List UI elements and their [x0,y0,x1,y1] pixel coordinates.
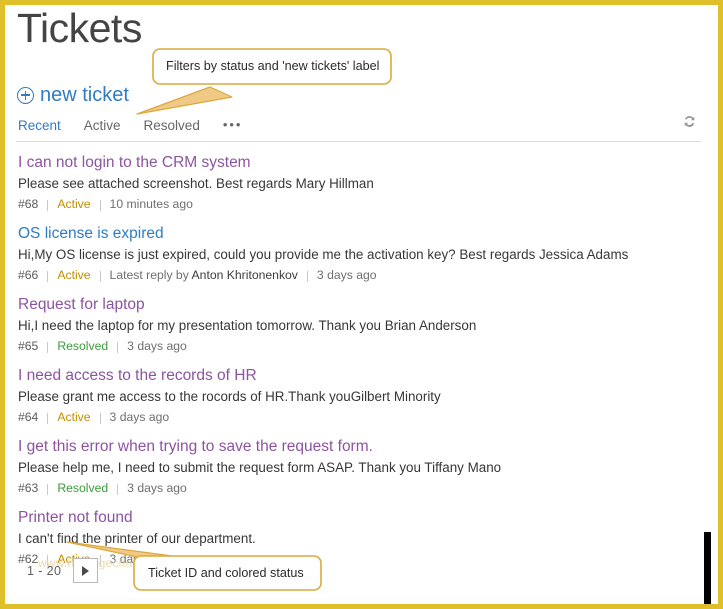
tickets-page: Tickets new ticket Recent Active Resolve… [5,5,718,604]
pagination: 1 - 20 [27,558,99,583]
refresh-icon[interactable] [682,114,697,129]
ticket-title[interactable]: I need access to the records of HR [18,365,698,386]
plus-circle-icon [17,86,34,104]
ticket-title[interactable]: Request for laptop [18,294,698,315]
ticket-timestamp: 3 days ago [127,339,187,353]
tab-resolved[interactable]: Resolved [144,118,200,133]
page-range-label: 1 - 20 [27,563,62,578]
ticket-meta: #64 Active 3 days ago [18,408,698,426]
ticket-row[interactable]: OS license is expired Hi,My OS license i… [18,223,698,284]
meta-separator [47,412,49,424]
annotation-label-filters: Filters by status and 'new tickets' labe… [166,59,380,73]
ticket-excerpt: Please help me, I need to submit the req… [18,460,502,475]
ticket-meta: #68 Active 10 minutes ago [18,195,698,213]
ticket-id: #68 [18,197,39,211]
tabs-divider [16,141,701,142]
meta-separator [99,199,101,211]
annotation-callout-filters [136,48,392,115]
callout-bubble-1 [152,48,392,85]
tab-more-options[interactable]: ••• [223,117,243,132]
meta-separator [99,270,101,282]
meta-separator [117,341,119,353]
ticket-meta: #65 Resolved 3 days ago [18,337,698,355]
status-badge: Resolved [57,339,109,353]
ticket-title[interactable]: I can not login to the CRM system [18,152,698,173]
ticket-meta: #62 Active 3 days ago [18,550,698,568]
ticket-excerpt: I can't find the printer of our departme… [18,531,256,546]
ticket-timestamp: 3 days ago [109,552,170,566]
new-ticket-label: new ticket [40,84,129,106]
ticket-list: I can not login to the CRM system Please… [18,152,698,578]
meta-separator [47,199,49,211]
ticket-timestamp: 3 days ago [316,268,377,282]
screenshot-frame: Tickets new ticket Recent Active Resolve… [0,0,723,609]
next-page-button[interactable] [73,558,99,583]
ticket-timestamp: 10 minutes ago [109,197,193,211]
status-badge: Active [57,268,91,282]
ticket-meta: #63 Resolved 3 days ago [18,479,698,497]
ticket-timestamp: 3 days ago [109,410,170,424]
next-page-arrow-icon [82,565,90,576]
meta-separator [47,483,49,495]
ticket-id: #65 [18,339,39,353]
status-badge: Active [57,197,91,211]
ticket-row[interactable]: Request for laptop Hi,I need the laptop … [18,294,698,355]
latest-reply-author: Anton Khritonenkov [191,268,298,282]
status-badge: Resolved [57,481,109,495]
meta-separator [99,554,101,566]
ticket-excerpt: Hi,I need the laptop for my presentation… [18,318,477,333]
ticket-row[interactable]: I need access to the records of HR Pleas… [18,365,698,426]
meta-separator [117,483,119,495]
meta-separator [47,341,49,353]
tab-active[interactable]: Active [84,118,121,133]
filter-tabs: Recent Active Resolved ••• [18,117,243,133]
ticket-excerpt: Please grant me access to the rocords of… [18,389,441,404]
meta-separator [99,412,101,424]
ticket-title[interactable]: Printer not found [18,507,698,528]
ticket-id: #66 [18,268,39,282]
new-ticket-button[interactable]: new ticket [17,85,129,105]
ticket-excerpt: Hi,My OS license is just expired, could … [18,247,629,262]
ticket-meta: #66 Active Latest reply by Anton Khriton… [18,266,698,284]
meta-separator [47,270,49,282]
latest-reply-text: Latest reply by [109,268,189,282]
ticket-row[interactable]: I get this error when trying to save the… [18,436,698,497]
ticket-excerpt: Please see attached screenshot. Best reg… [18,176,374,191]
vertical-scrollbar[interactable] [704,532,711,604]
ticket-row[interactable]: Printer not found I can't find the print… [18,507,698,568]
ticket-row[interactable]: I can not login to the CRM system Please… [18,152,698,213]
ticket-id: #63 [18,481,39,495]
page-title: Tickets [17,5,142,51]
ticket-title[interactable]: OS license is expired [18,223,698,244]
ticket-id: #64 [18,410,39,424]
callout-tail-1 [136,86,233,115]
tab-recent[interactable]: Recent [18,118,61,133]
ticket-title[interactable]: I get this error when trying to save the… [18,436,698,457]
latest-reply-label: Latest reply by Anton Khritonenkov [110,266,298,284]
meta-separator [306,270,308,282]
ticket-timestamp: 3 days ago [127,481,187,495]
status-badge: Active [57,410,91,424]
